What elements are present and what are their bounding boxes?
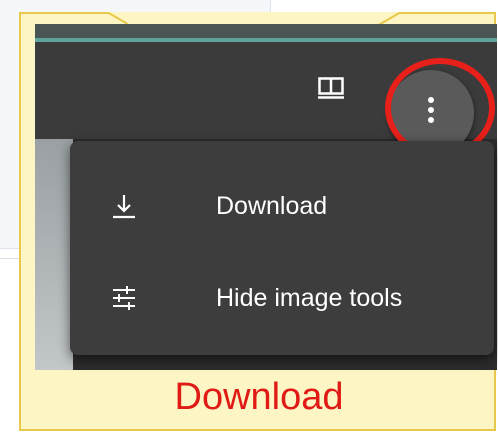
menu-item-label: Download (216, 191, 328, 220)
menu-item-label: Hide image tools (216, 283, 403, 312)
image-preview-edge (35, 139, 73, 370)
header-accent-bar (35, 38, 497, 42)
download-icon (113, 195, 135, 219)
tune-icon (113, 286, 135, 310)
annotation-caption: Download (174, 376, 344, 418)
header-strip (35, 24, 497, 38)
menu-item-download[interactable]: Download (70, 171, 494, 241)
options-menu: Download Hide image tools (70, 141, 494, 355)
split-view-icon[interactable] (318, 77, 344, 99)
menu-item-hide-image-tools[interactable]: Hide image tools (70, 263, 494, 333)
